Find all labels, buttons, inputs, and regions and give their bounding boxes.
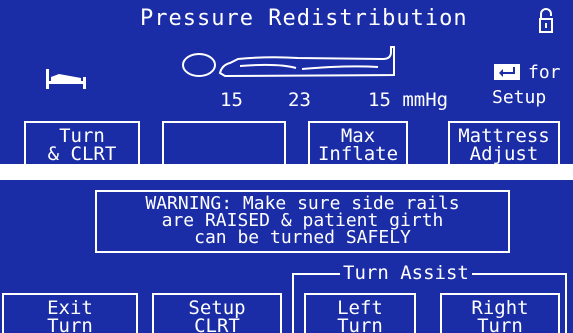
exit-turn-softkey[interactable]: Exit Turn [2,293,138,333]
max-inflate-softkey[interactable]: Max Inflate [308,121,408,164]
softkey-label-line2: & CLRT [47,143,117,164]
left-turn-softkey[interactable]: Left Turn [304,293,416,333]
right-turn-softkey[interactable]: Right Turn [440,293,560,333]
lock-icon [539,8,553,33]
turn-assist-warning-screen: WARNING: Make sure side rails are RAISED… [0,180,573,333]
softkey-label-line2: CLRT [194,315,240,333]
mattress-adjust-softkey[interactable]: Mattress Adjust [448,121,560,164]
pressure-reading-torso: 23 [288,89,311,111]
softkey-label-line2: Turn [47,315,93,333]
softkey-label-line2: Adjust [469,143,539,164]
warning-message: WARNING: Make sure side rails are RAISED… [95,190,510,253]
patient-outline-icon [182,46,395,78]
setup-hint-for: for [528,62,561,83]
screen-title: Pressure Redistribution [140,6,468,31]
softkey-label-line2: Inflate [317,143,399,164]
turn-clrt-softkey[interactable]: Turn & CLRT [24,121,140,164]
softkey-label-line2: Turn [477,315,523,333]
blank-softkey[interactable] [162,121,286,164]
setup-hint-line1: for [528,64,561,82]
enter-key-icon [494,64,520,80]
softkey-label-line2: Turn [337,315,383,333]
setup-hint-line2: Setup [492,87,547,108]
setup-clrt-softkey[interactable]: Setup CLRT [152,293,282,333]
bed-icon [46,69,86,89]
warning-line: can be turned SAFELY [194,227,411,248]
pressure-redistribution-screen: Pressure Redistribution 15 23 15 mmHg fo… [0,0,573,164]
turn-assist-group-label: Turn Assist [340,263,472,283]
pressure-reading-legs: 15 mmHg [368,89,449,111]
pressure-reading-head: 15 [220,89,243,111]
